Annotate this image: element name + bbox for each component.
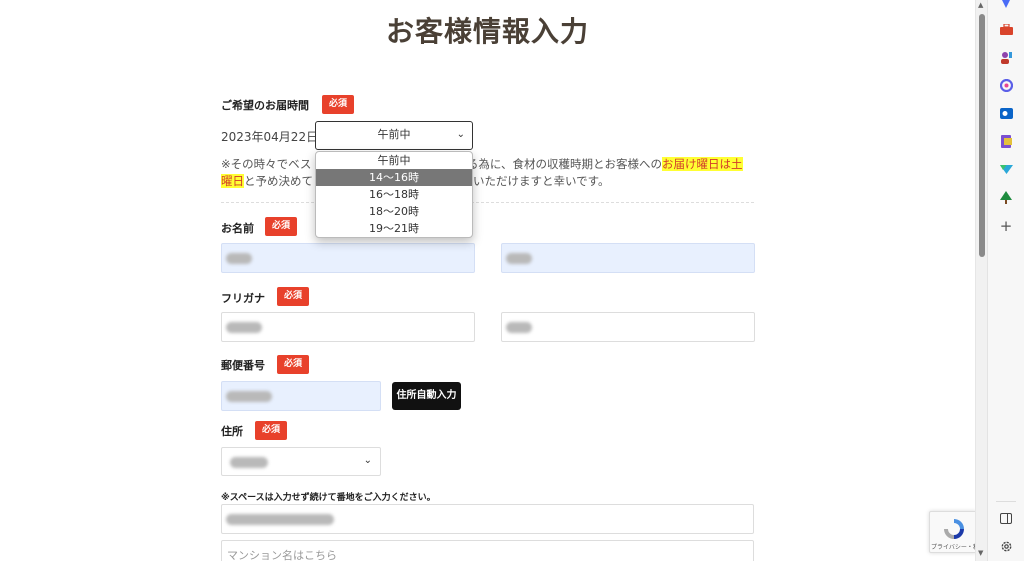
building-input[interactable]: マンション名はこちら [221,540,754,561]
form-page: お客様情報入力 ご希望のお届時間 必須 2023年04月22日 午前中 ⌄ ※そ… [0,0,975,561]
required-badge: 必須 [255,421,288,440]
delivery-time-label: ご希望のお届時間 [221,99,309,112]
games-icon[interactable] [999,162,1013,176]
settings-icon[interactable] [999,539,1013,553]
scroll-thumb[interactable] [979,14,985,257]
prefecture-select[interactable]: ⌄ [221,447,381,476]
toolbox-icon[interactable] [999,22,1013,36]
last-name-input[interactable] [221,243,475,273]
chevron-down-icon: ⌄ [456,129,465,140]
browser-sidebar: + [987,0,1024,561]
dropdown-option[interactable]: 19〜21時 [316,220,472,237]
furigana-label: フリガナ [221,292,265,305]
favorites-icon[interactable] [999,0,1013,10]
page-title: お客様情報入力 [385,15,589,48]
postal-label: 郵便番号 [221,359,265,372]
scroll-up-icon[interactable]: ▲ [978,1,983,9]
dropdown-option[interactable]: 16〜18時 [316,186,472,203]
street-address-input[interactable] [221,504,754,534]
required-badge: 必須 [322,95,355,114]
dropdown-option[interactable]: 18〜20時 [316,203,472,220]
section-divider [221,202,754,203]
dropdown-option-highlighted[interactable]: 14〜16時 [316,169,472,186]
scroll-down-icon[interactable]: ▼ [978,549,983,557]
address-label: 住所 [221,425,243,438]
office-icon[interactable] [999,134,1013,148]
chevron-down-icon: ⌄ [363,455,372,466]
delivery-time-dropdown: 午前中 14〜16時 16〜18時 18〜20時 19〜21時 [315,151,473,238]
furigana-first-input[interactable] [501,312,755,342]
required-badge: 必須 [277,355,310,374]
recaptcha-icon [944,519,964,539]
people-icon[interactable] [999,50,1013,64]
split-view-icon[interactable] [999,511,1013,525]
dropdown-option[interactable]: 午前中 [316,152,472,169]
recaptcha-badge[interactable]: プライバシー・利用規約 [929,511,975,553]
first-name-input[interactable] [501,243,755,273]
outlook-icon[interactable] [999,106,1013,120]
furigana-last-input[interactable] [221,312,475,342]
postal-code-input[interactable] [221,381,381,411]
delivery-note: ※その時々でベス する為に、食材の収穫時期とお客様へのお届け曜日は土 曜日と予め決… [221,157,743,188]
required-badge: 必須 [277,287,310,306]
name-label: お名前 [221,222,254,235]
delivery-date: 2023年04月22日 [221,130,319,144]
copilot-icon[interactable] [999,78,1013,92]
page-scrollbar[interactable]: ▲ ▼ [975,0,987,561]
delivery-time-select[interactable]: 午前中 ⌄ [315,121,473,150]
delivery-time-selected: 午前中 [377,128,411,141]
tree-icon[interactable] [999,190,1013,204]
sidebar-divider [996,501,1016,502]
add-icon[interactable]: + [999,217,1013,235]
address-note: ※スペースは入力せず続けて番地をご入力ください。 [221,493,436,503]
address-autofill-button[interactable]: 住所自動入力 [392,382,461,410]
required-badge: 必須 [265,217,298,236]
recaptcha-text: プライバシー・利用規約 [931,544,975,551]
